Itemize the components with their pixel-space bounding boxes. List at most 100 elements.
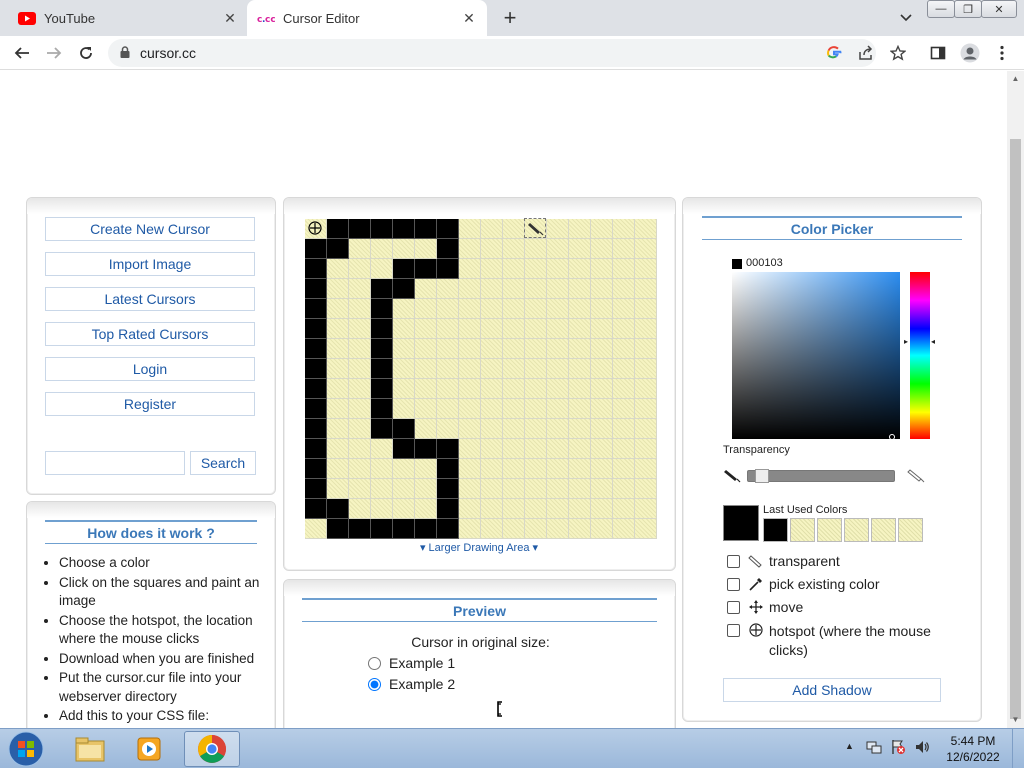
start-button[interactable] <box>0 731 52 767</box>
grid-cell[interactable] <box>415 299 437 319</box>
grid-cell[interactable] <box>569 519 591 539</box>
grid-cell[interactable] <box>503 379 525 399</box>
grid-cell[interactable] <box>635 459 657 479</box>
grid-cell[interactable] <box>437 459 459 479</box>
grid-cell[interactable] <box>569 319 591 339</box>
grid-cell[interactable] <box>459 439 481 459</box>
grid-cell[interactable] <box>635 279 657 299</box>
grid-cell[interactable] <box>613 439 635 459</box>
grid-cell[interactable] <box>569 419 591 439</box>
example-2-option[interactable]: Example 2 <box>368 676 455 692</box>
grid-cell[interactable] <box>547 359 569 379</box>
grid-cell[interactable] <box>547 279 569 299</box>
grid-cell[interactable] <box>635 519 657 539</box>
grid-cell[interactable] <box>371 299 393 319</box>
grid-cell[interactable] <box>393 299 415 319</box>
grid-cell[interactable] <box>503 279 525 299</box>
grid-cell[interactable] <box>591 499 613 519</box>
grid-cell[interactable] <box>459 239 481 259</box>
close-window-button[interactable]: ✕ <box>981 0 1017 18</box>
grid-cell[interactable] <box>393 439 415 459</box>
grid-cell[interactable] <box>415 239 437 259</box>
grid-cell[interactable] <box>503 219 525 239</box>
grid-cell[interactable] <box>525 279 547 299</box>
grid-cell[interactable] <box>327 359 349 379</box>
chrome-taskbar-icon[interactable] <box>184 731 240 767</box>
grid-cell[interactable] <box>525 419 547 439</box>
hotspot-option[interactable]: hotspot (where the mouse clicks) <box>727 622 947 660</box>
grid-cell[interactable] <box>349 399 371 419</box>
network-icon[interactable] <box>866 739 882 758</box>
grid-cell[interactable] <box>459 339 481 359</box>
grid-cell[interactable] <box>569 439 591 459</box>
grid-cell[interactable] <box>327 439 349 459</box>
login-button[interactable]: Login <box>45 357 255 381</box>
grid-cell[interactable] <box>327 499 349 519</box>
grid-cell[interactable] <box>415 399 437 419</box>
grid-cell[interactable] <box>525 439 547 459</box>
move-checkbox[interactable] <box>727 601 740 614</box>
last-color-swatch[interactable] <box>763 518 788 542</box>
grid-cell[interactable] <box>327 319 349 339</box>
scroll-up-arrow-icon[interactable]: ▲ <box>1011 74 1020 83</box>
grid-cell[interactable] <box>437 299 459 319</box>
grid-cell[interactable] <box>547 319 569 339</box>
grid-cell[interactable] <box>393 499 415 519</box>
grid-cell[interactable] <box>437 379 459 399</box>
grid-cell[interactable] <box>305 379 327 399</box>
move-option[interactable]: move <box>727 599 803 615</box>
grid-cell[interactable] <box>415 259 437 279</box>
grid-cell[interactable] <box>437 519 459 539</box>
grid-cell[interactable] <box>393 259 415 279</box>
grid-cell[interactable] <box>525 399 547 419</box>
grid-cell[interactable] <box>547 379 569 399</box>
grid-cell[interactable] <box>393 359 415 379</box>
tray-expand-icon[interactable]: ▲ <box>845 741 854 751</box>
grid-cell[interactable] <box>305 319 327 339</box>
grid-cell[interactable] <box>613 499 635 519</box>
transparent-option[interactable]: transparent <box>727 553 840 569</box>
saturation-value-area[interactable] <box>732 272 900 440</box>
volume-icon[interactable] <box>914 739 930 758</box>
grid-cell[interactable] <box>613 459 635 479</box>
side-panel-icon[interactable] <box>926 41 950 65</box>
grid-cell[interactable] <box>305 359 327 379</box>
grid-cell[interactable] <box>305 519 327 539</box>
grid-cell[interactable] <box>591 339 613 359</box>
last-color-swatch[interactable] <box>871 518 896 542</box>
grid-cell[interactable] <box>305 479 327 499</box>
grid-cell[interactable] <box>437 419 459 439</box>
grid-cell[interactable] <box>613 299 635 319</box>
grid-cell[interactable] <box>569 259 591 279</box>
larger-drawing-area-link[interactable]: ▾ Larger Drawing Area ▾ <box>404 541 554 554</box>
grid-cell[interactable] <box>349 279 371 299</box>
grid-cell[interactable] <box>525 499 547 519</box>
grid-cell[interactable] <box>371 479 393 499</box>
grid-cell[interactable] <box>371 339 393 359</box>
grid-cell[interactable] <box>569 399 591 419</box>
grid-cell[interactable] <box>349 359 371 379</box>
grid-cell[interactable] <box>613 479 635 499</box>
transparency-slider[interactable] <box>747 469 895 483</box>
grid-cell[interactable] <box>371 359 393 379</box>
grid-cell[interactable] <box>481 339 503 359</box>
grid-cell[interactable] <box>613 419 635 439</box>
grid-cell[interactable] <box>393 239 415 259</box>
grid-cell[interactable] <box>415 379 437 399</box>
grid-cell[interactable] <box>349 219 371 239</box>
grid-cell[interactable] <box>371 279 393 299</box>
grid-cell[interactable] <box>503 459 525 479</box>
grid-cell[interactable] <box>393 519 415 539</box>
grid-cell[interactable] <box>349 479 371 499</box>
media-player-icon[interactable] <box>122 731 178 767</box>
grid-cell[interactable] <box>349 259 371 279</box>
grid-cell[interactable] <box>591 479 613 499</box>
grid-cell[interactable] <box>525 299 547 319</box>
grid-cell[interactable] <box>569 219 591 239</box>
grid-cell[interactable] <box>437 279 459 299</box>
grid-cell[interactable] <box>415 439 437 459</box>
forward-arrow-icon[interactable] <box>42 41 66 65</box>
grid-cell[interactable] <box>481 279 503 299</box>
grid-cell[interactable] <box>459 419 481 439</box>
grid-cell[interactable] <box>569 479 591 499</box>
